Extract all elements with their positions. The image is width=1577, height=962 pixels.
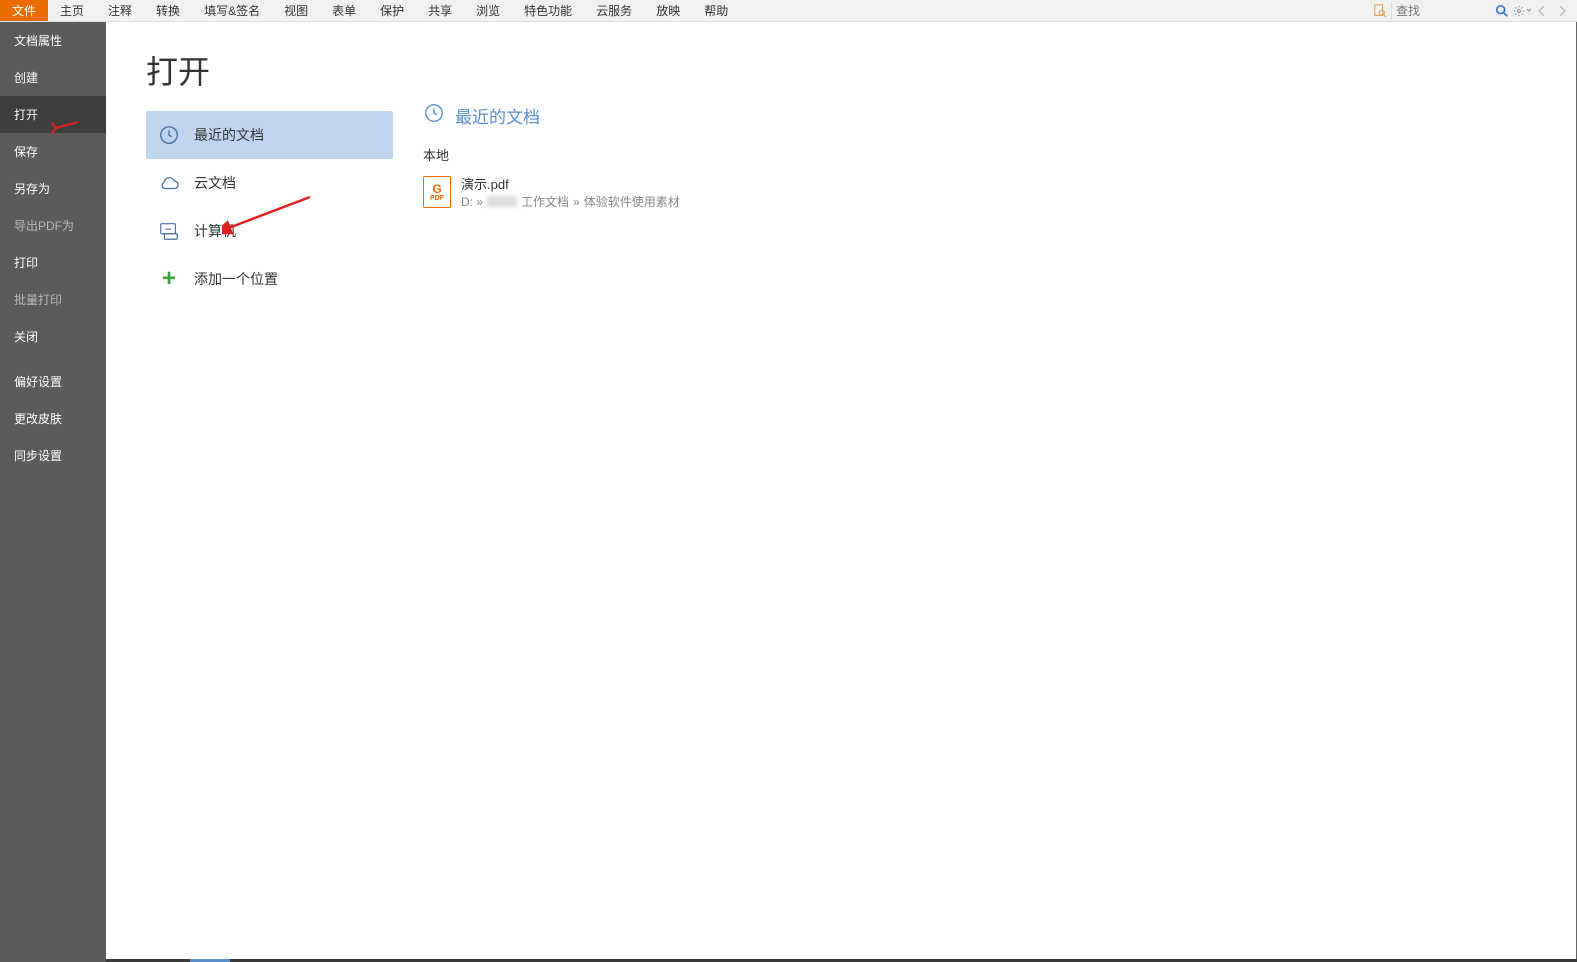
menu-tab-11[interactable]: 云服务 bbox=[584, 0, 644, 21]
menu-tab-10[interactable]: 特色功能 bbox=[512, 0, 584, 21]
menu-tab-12[interactable]: 放映 bbox=[644, 0, 692, 21]
panel-title: 打开 bbox=[106, 47, 393, 111]
sidebar-item-9[interactable]: 偏好设置 bbox=[0, 363, 106, 400]
menu-tab-4[interactable]: 填写&签名 bbox=[192, 0, 272, 21]
menu-tab-1[interactable]: 主页 bbox=[48, 0, 96, 21]
menu-tab-2[interactable]: 注释 bbox=[96, 0, 144, 21]
sidebar-item-4[interactable]: 另存为 bbox=[0, 170, 106, 207]
clock-icon bbox=[423, 102, 445, 129]
menu-tab-0[interactable]: 文件 bbox=[0, 0, 48, 21]
menu-tab-3[interactable]: 转换 bbox=[144, 0, 192, 21]
sidebar-item-11[interactable]: 同步设置 bbox=[0, 437, 106, 474]
location-recent-documents[interactable]: 最近的文档 bbox=[146, 111, 393, 159]
menu-tab-13[interactable]: 帮助 bbox=[692, 0, 740, 21]
search-area bbox=[1371, 0, 1577, 21]
top-menu-bar: 文件主页注释转换填写&签名视图表单保护共享浏览特色功能云服务放映帮助 bbox=[0, 0, 1577, 22]
main-panel: 打开 最近的文档 云文档 bbox=[106, 22, 1577, 962]
recent-file-item[interactable]: GPDF 演示.pdf D: » 工作文档 » 体验软件使用素材 bbox=[423, 170, 1576, 214]
sidebar-item-5: 导出PDF为 bbox=[0, 207, 106, 244]
sidebar-item-3[interactable]: 保存 bbox=[0, 133, 106, 170]
menu-tab-9[interactable]: 浏览 bbox=[464, 0, 512, 21]
menu-tab-8[interactable]: 共享 bbox=[416, 0, 464, 21]
search-icon[interactable] bbox=[1493, 2, 1511, 20]
sidebar-item-6[interactable]: 打印 bbox=[0, 244, 106, 281]
file-name: 演示.pdf bbox=[461, 174, 680, 193]
location-label: 添加一个位置 bbox=[194, 269, 278, 289]
sidebar-item-2[interactable]: 打开 bbox=[0, 96, 106, 133]
sidebar-item-0[interactable]: 文档属性 bbox=[0, 22, 106, 59]
location-cloud-documents[interactable]: 云文档 bbox=[146, 159, 393, 207]
local-section-label: 本地 bbox=[423, 145, 1576, 164]
sidebar-item-10[interactable]: 更改皮肤 bbox=[0, 400, 106, 437]
computer-icon bbox=[158, 220, 180, 242]
clock-icon bbox=[158, 124, 180, 146]
location-label: 计算机 bbox=[194, 221, 236, 241]
cloud-icon bbox=[158, 172, 180, 194]
menu-tab-5[interactable]: 视图 bbox=[272, 0, 320, 21]
sidebar-item-1[interactable]: 创建 bbox=[0, 59, 106, 96]
plus-icon: + bbox=[158, 268, 180, 290]
file-path: D: » 工作文档 » 体验软件使用素材 bbox=[461, 193, 680, 210]
search-doc-icon[interactable] bbox=[1371, 2, 1389, 20]
location-add-place[interactable]: + 添加一个位置 bbox=[146, 255, 393, 303]
recent-documents-panel: 最近的文档 本地 GPDF 演示.pdf D: » 工作文档 » 体验软件使用素… bbox=[393, 22, 1576, 962]
location-label: 云文档 bbox=[194, 173, 236, 193]
open-locations-panel: 打开 最近的文档 云文档 bbox=[106, 22, 393, 962]
nav-forward-icon[interactable] bbox=[1553, 2, 1571, 20]
file-menu-sidebar: 文档属性创建打开保存另存为导出PDF为打印批量打印关闭偏好设置更改皮肤同步设置 bbox=[0, 22, 106, 962]
recent-documents-header: 最近的文档 bbox=[423, 102, 1576, 129]
search-input[interactable] bbox=[1391, 2, 1491, 20]
sidebar-item-7: 批量打印 bbox=[0, 281, 106, 318]
location-computer[interactable]: 计算机 bbox=[146, 207, 393, 255]
redacted-segment bbox=[487, 196, 517, 207]
nav-back-icon[interactable] bbox=[1533, 2, 1551, 20]
location-label: 最近的文档 bbox=[194, 125, 264, 145]
recent-documents-title: 最近的文档 bbox=[455, 103, 540, 128]
sidebar-item-8[interactable]: 关闭 bbox=[0, 318, 106, 355]
menu-tab-7[interactable]: 保护 bbox=[368, 0, 416, 21]
gear-icon[interactable] bbox=[1513, 2, 1531, 20]
pdf-file-icon: GPDF bbox=[423, 176, 451, 208]
menu-tab-6[interactable]: 表单 bbox=[320, 0, 368, 21]
